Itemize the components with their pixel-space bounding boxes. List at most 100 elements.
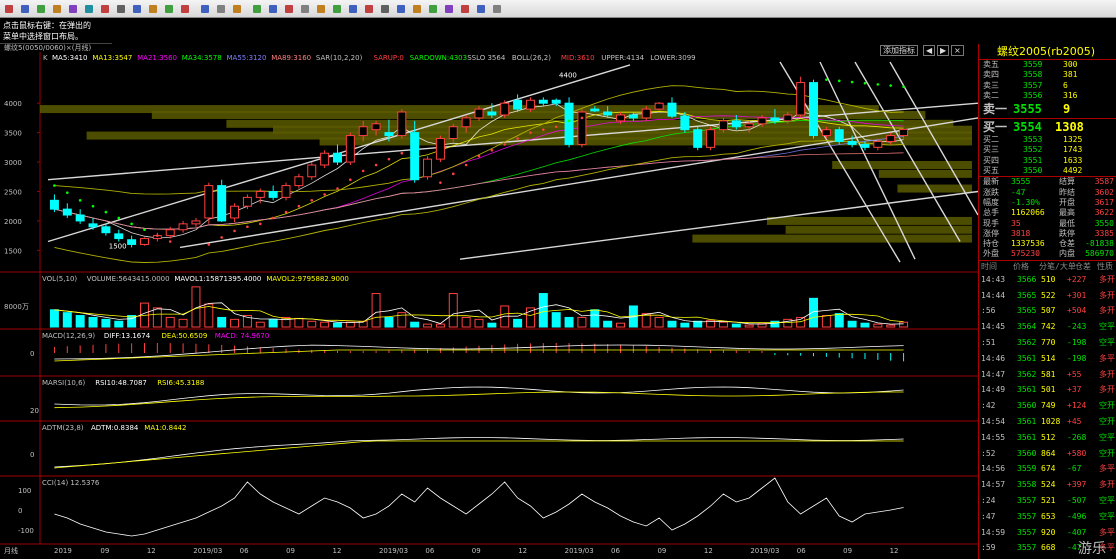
cci-y-label: 0 — [18, 507, 22, 515]
y-tick-label: 2000 — [4, 218, 22, 226]
chart-area[interactable]: 螺纹5(0050/0060)×(月线) 1500 2000 2500 3000 3500 4… — [0, 44, 978, 559]
toolbar-button-icon[interactable] — [146, 2, 160, 16]
close-panel-button[interactable]: × — [951, 45, 964, 56]
next-button[interactable]: ▶ — [937, 45, 950, 56]
x-axis-label: 月线 — [4, 546, 18, 555]
tick-oi-change: +227 — [1067, 274, 1087, 284]
toolbar-button-icon[interactable] — [98, 2, 112, 16]
kline-chart-svg[interactable]: 螺纹5(0050/0060)×(月线)150020002500300035004… — [0, 44, 978, 559]
tick-time: 14:56 — [981, 464, 1006, 474]
toolbar-button-icon[interactable] — [50, 2, 64, 16]
volume-bar — [603, 320, 613, 328]
toolbar-button-icon[interactable] — [362, 2, 376, 16]
volume-bar — [345, 321, 355, 328]
layout-tip: 点击鼠标右键：在弹出的 菜单中选择窗口布局。 — [0, 18, 112, 44]
volume-bar — [860, 322, 870, 328]
toolbar-button-icon[interactable] — [490, 2, 504, 16]
toolbar-button-icon[interactable] — [410, 2, 424, 16]
volume-profile-band — [692, 234, 972, 243]
toolbar-button-icon[interactable] — [114, 2, 128, 16]
sar-dot — [902, 85, 905, 89]
candle-body — [423, 158, 433, 178]
candle-body — [538, 99, 548, 104]
sar-dot — [529, 131, 532, 134]
candle-body — [886, 135, 896, 142]
candle-body — [371, 123, 381, 131]
sar-dot — [65, 191, 69, 194]
toolbar-button-icon[interactable] — [298, 2, 312, 16]
legend-vol: VOL(5,10) — [42, 275, 77, 283]
stat-label: 内盘 — [1059, 249, 1075, 259]
toolbar-button-icon[interactable] — [66, 2, 80, 16]
sar-dot — [117, 216, 121, 220]
toolbar-button-icon[interactable] — [282, 2, 296, 16]
bid-price: 3553 — [1023, 135, 1043, 145]
x-axis-label: 06 — [611, 547, 620, 555]
tick-volume: 514 — [1041, 353, 1056, 363]
legend-diff: DIFF:13.1674 — [104, 332, 151, 340]
toolbar-button-icon[interactable] — [82, 2, 96, 16]
add-indicator-button[interactable]: 添加指标 — [880, 45, 918, 56]
tick-nature: 空开 — [1099, 416, 1115, 426]
volume-bar — [564, 316, 574, 328]
toolbar-button-icon[interactable] — [378, 2, 392, 16]
volume-bar — [75, 315, 85, 328]
stat-value: -47 — [1011, 187, 1026, 197]
toolbar-button-icon[interactable] — [442, 2, 456, 16]
toolbar-button-icon[interactable] — [426, 2, 440, 16]
tick-time: 14:49 — [981, 385, 1006, 395]
toolbar-button-icon[interactable] — [34, 2, 48, 16]
ask-label: 卖三 — [983, 80, 999, 90]
candle-body — [847, 140, 857, 145]
stat-label: 持仓 — [983, 239, 999, 249]
tick-time: 14:46 — [981, 353, 1006, 363]
sar-dot — [503, 143, 507, 146]
toolbar-button-icon[interactable] — [214, 2, 228, 16]
prev-button[interactable]: ◀ — [923, 45, 936, 56]
legend-rsi6: RSI6:45.3188 — [157, 379, 204, 387]
volume-bar — [268, 318, 278, 328]
x-axis-label: 12 — [890, 547, 899, 555]
candle-body — [230, 205, 240, 219]
macd-zero-label: 0 — [30, 350, 34, 358]
tick-price: 3558 — [1017, 480, 1037, 490]
tick-row: :52 3560 864 +580 空开 — [979, 446, 1116, 462]
stat-row: 外盘 575230 内盘 586970 — [979, 249, 1116, 259]
tick-price: 3557 — [1017, 527, 1037, 537]
x-axis-label: 09 — [657, 547, 666, 555]
toolbar-button-icon[interactable] — [474, 2, 488, 16]
tick-volume: 653 — [1041, 511, 1056, 521]
x-axis-label: 09 — [100, 547, 109, 555]
tick-oi-change: -198 — [1067, 337, 1087, 347]
vol-y-label: 8000万 — [4, 303, 29, 311]
toolbar-button-icon[interactable] — [178, 2, 192, 16]
tick-oi-change: +37 — [1067, 385, 1082, 395]
tick-price: 3566 — [1017, 274, 1037, 284]
tick-time: 14:47 — [981, 369, 1006, 379]
candle-body — [693, 129, 703, 148]
toolbar-button-icon[interactable] — [314, 2, 328, 16]
toolbar-button-icon[interactable] — [198, 2, 212, 16]
candle-body — [242, 196, 252, 207]
toolbar-button-icon[interactable] — [346, 2, 360, 16]
candle-body — [899, 128, 909, 137]
toolbar-button-icon[interactable] — [18, 2, 32, 16]
tick-price: 3557 — [1017, 495, 1037, 505]
volume-bar — [165, 316, 175, 328]
toolbar-button-icon[interactable] — [266, 2, 280, 16]
toolbar-button-icon[interactable] — [330, 2, 344, 16]
legend-mavol2: MAVOL2:9795882.9000 — [266, 275, 348, 283]
toolbar-button-icon[interactable] — [2, 2, 16, 16]
tick-volume: 581 — [1041, 369, 1056, 379]
stat-row: 最新 3555 结算 3587 — [979, 177, 1116, 187]
toolbar-button-icon[interactable] — [458, 2, 472, 16]
y-tick-label: 1500 — [4, 247, 22, 255]
toolbar-button-icon[interactable] — [394, 2, 408, 16]
toolbar-button-icon[interactable] — [250, 2, 264, 16]
candle-body — [435, 138, 445, 160]
toolbar-button-icon[interactable] — [230, 2, 244, 16]
ask-label: 卖四 — [983, 70, 999, 80]
volume-bar — [49, 309, 59, 328]
toolbar-button-icon[interactable] — [162, 2, 176, 16]
toolbar-button-icon[interactable] — [130, 2, 144, 16]
